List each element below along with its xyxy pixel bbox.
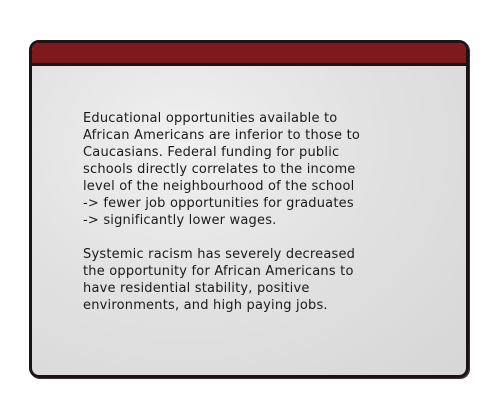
info-card: Educational opportunities available to A…	[29, 40, 469, 378]
card-body: Educational opportunities available to A…	[83, 110, 438, 314]
paragraph-education: Educational opportunities available to A…	[83, 111, 361, 228]
paragraph-systemic-racism: Systemic racism has severely decreased t…	[83, 247, 356, 313]
card-header-bar	[32, 43, 466, 66]
page: Educational opportunities available to A…	[0, 0, 500, 400]
